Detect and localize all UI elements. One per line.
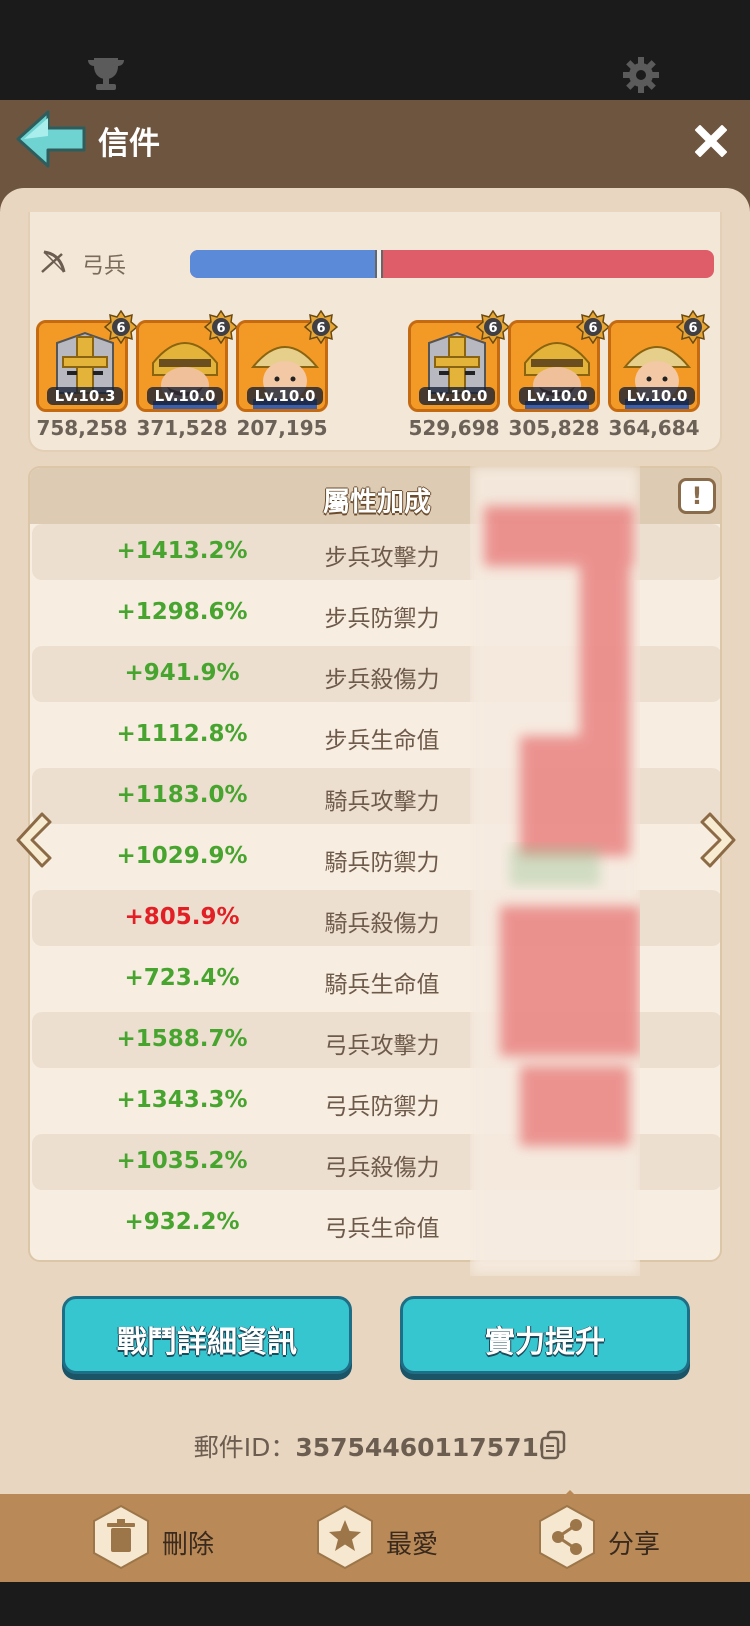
close-icon[interactable] (690, 120, 732, 162)
redaction-scribble (470, 466, 640, 1276)
attribute-bonus-value: +932.2% (124, 1209, 240, 1235)
power-up-label: 實力提升 (485, 1325, 605, 1360)
balance-marker (374, 250, 383, 278)
battle-details-button[interactable]: 戰鬥詳細資訊 (62, 1296, 352, 1374)
attacker-hero-card[interactable]: Lv.10.0 6 207,195 (236, 310, 338, 440)
attribute-bonus-value: +723.4% (124, 965, 240, 991)
attribute-bonus-value: +1183.0% (116, 782, 248, 808)
next-arrow-icon[interactable] (698, 810, 742, 870)
hero-power: 758,258 (36, 416, 128, 440)
bottom-action-bar: 刪除 最愛 分享 (0, 1494, 750, 1582)
settings-gear-icon[interactable] (622, 56, 660, 94)
attribute-bonus-value: +805.9% (124, 904, 240, 930)
hero-level: Lv.10.3 (47, 387, 123, 405)
svg-text:6: 6 (116, 321, 125, 336)
hero-level: Lv.10.0 (519, 387, 595, 405)
hero-level: Lv.10.0 (147, 387, 223, 405)
previous-arrow-icon[interactable] (10, 810, 54, 870)
defender-hero-card[interactable]: Lv.10.0 6 305,828 (508, 310, 610, 440)
mail-id-value: 357544601175710 (295, 1433, 557, 1462)
troop-balance-row: 弓兵 (40, 242, 714, 282)
bow-icon (41, 250, 66, 273)
hero-power: 207,195 (236, 416, 328, 440)
attribute-name: 弓兵生命值 (324, 1216, 440, 1242)
top-status-bar (0, 0, 750, 100)
trophy-icon[interactable] (86, 56, 126, 92)
attribute-bonus-value: +1035.2% (116, 1148, 248, 1174)
svg-text:6: 6 (688, 321, 697, 336)
attribute-bonus-value: +1029.9% (116, 843, 248, 869)
star-rank-badge: 6 (476, 310, 510, 344)
attribute-bonus-value: +1588.7% (116, 1026, 248, 1052)
mail-id-label: 郵件ID： (193, 1433, 296, 1462)
battle-details-label: 戰鬥詳細資訊 (117, 1325, 297, 1360)
hero-power: 305,828 (508, 416, 600, 440)
attribute-name: 步兵攻擊力 (324, 545, 440, 571)
info-button[interactable]: ! (678, 478, 716, 514)
hero-power: 529,698 (408, 416, 500, 440)
copy-icon[interactable] (540, 1430, 566, 1460)
hero-power: 364,684 (608, 416, 700, 440)
delete-label: 刪除 (162, 1530, 215, 1560)
star-rank-badge: 6 (676, 310, 710, 344)
svg-text:6: 6 (316, 321, 325, 336)
attribute-name: 步兵防禦力 (324, 606, 440, 632)
star-rank-badge: 6 (576, 310, 610, 344)
attribute-name: 騎兵殺傷力 (324, 911, 440, 937)
mail-id-text: 郵件ID：357544601175710 (0, 1428, 750, 1464)
star-rank-badge: 6 (204, 310, 238, 344)
trash-icon (93, 1504, 149, 1570)
attribute-bonus-value: +1343.3% (116, 1087, 248, 1113)
attacker-hero-card[interactable]: Lv.10.0 6 371,528 (136, 310, 238, 440)
share-label: 分享 (608, 1530, 661, 1560)
share-icon (539, 1504, 595, 1570)
star-rank-badge: 6 (304, 310, 338, 344)
attribute-name: 騎兵生命值 (324, 972, 440, 998)
attribute-bonus-value: +1413.2% (116, 538, 248, 564)
hero-power: 371,528 (136, 416, 228, 440)
defender-hero-card[interactable]: Lv.10.0 6 364,684 (608, 310, 710, 440)
back-arrow-icon[interactable] (14, 108, 88, 170)
attribute-name: 弓兵防禦力 (324, 1094, 440, 1120)
favorite-label: 最愛 (386, 1530, 439, 1560)
system-nav-bar (0, 1582, 750, 1626)
svg-text:6: 6 (216, 321, 225, 336)
attribute-name: 弓兵殺傷力 (324, 1155, 440, 1181)
hero-level: Lv.10.0 (247, 387, 323, 405)
attribute-name: 步兵生命值 (324, 728, 440, 754)
attribute-name: 弓兵攻擊力 (324, 1033, 440, 1059)
attribute-bonus-value: +1112.8% (116, 721, 248, 747)
defender-hero-card[interactable]: Lv.10.0 6 529,698 (408, 310, 510, 440)
star-icon (317, 1504, 373, 1570)
attribute-name: 步兵殺傷力 (324, 667, 440, 693)
attacker-hero-card[interactable]: Lv.10.3 6 758,258 (36, 310, 138, 440)
svg-text:6: 6 (488, 321, 497, 336)
battle-summary: 弓兵 Lv.10.3 6 758,258 Lv.10.0 6 371,528 Lv.10.0… (28, 212, 722, 452)
svg-text:6: 6 (588, 321, 597, 336)
page-title: 信件 (98, 126, 160, 162)
hero-level: Lv.10.0 (419, 387, 495, 405)
attribute-name: 騎兵防禦力 (324, 850, 440, 876)
attribute-bonus-value: +941.9% (124, 660, 240, 686)
attribute-bonus-value: +1298.6% (116, 599, 248, 625)
attribute-name: 騎兵攻擊力 (324, 789, 440, 815)
hero-level: Lv.10.0 (619, 387, 695, 405)
attacker-power-fill (190, 250, 379, 278)
star-rank-badge: 6 (104, 310, 138, 344)
power-balance-bar (190, 250, 714, 278)
power-up-button[interactable]: 實力提升 (400, 1296, 690, 1374)
troop-type-label: 弓兵 (82, 254, 127, 279)
